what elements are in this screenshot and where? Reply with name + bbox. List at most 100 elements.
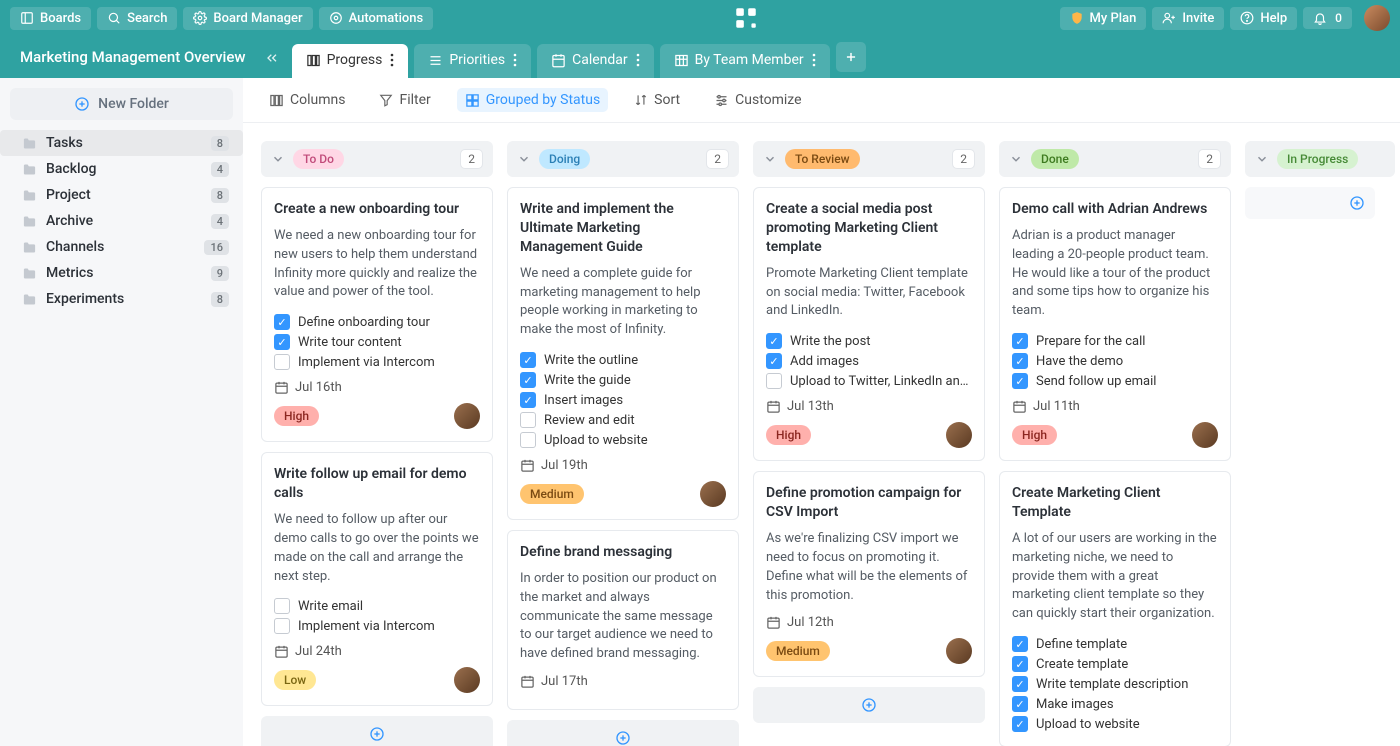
collapse-column-icon[interactable] [763,152,777,166]
sort-tool[interactable]: Sort [626,88,688,112]
card[interactable]: Define promotion campaign for CSV Import… [753,471,985,677]
checkbox-icon[interactable] [274,354,290,370]
checkbox-icon[interactable]: ✓ [1012,676,1028,692]
checkbox-icon[interactable]: ✓ [766,333,782,349]
board-manager-button[interactable]: Board Manager [183,7,312,30]
checklist-item[interactable]: ✓ Write the post [766,331,972,351]
columns-tool[interactable]: Columns [261,88,353,112]
checklist-item[interactable]: ✓ Write the outline [520,350,726,370]
assignee-avatar[interactable] [454,667,480,693]
notifications-button[interactable]: 0 [1303,7,1352,29]
checklist-item[interactable]: ✓ Insert images [520,390,726,410]
add-card-button[interactable] [507,720,739,746]
user-avatar[interactable] [1364,5,1390,31]
tab-menu-icon[interactable] [812,53,816,67]
new-folder-button[interactable]: New Folder [10,88,233,120]
checkbox-icon[interactable]: ✓ [520,352,536,368]
collapse-column-icon[interactable] [271,152,285,166]
folder-backlog[interactable]: Backlog 4 [0,156,243,182]
my-plan-button[interactable]: My Plan [1060,7,1147,30]
card[interactable]: Create a new onboarding tour We need a n… [261,187,493,442]
checkbox-icon[interactable]: ✓ [1012,636,1028,652]
help-button[interactable]: Help [1230,7,1297,30]
checklist-item[interactable]: Review and edit [520,410,726,430]
checklist-item[interactable]: ✓ Define onboarding tour [274,312,480,332]
checklist-item[interactable]: ✓ Create template [1012,654,1218,674]
card[interactable]: Write follow up email for demo calls We … [261,452,493,706]
card[interactable]: Create Marketing Client Template A lot o… [999,471,1231,746]
folder-channels[interactable]: Channels 16 [0,234,243,260]
assignee-avatar[interactable] [946,422,972,448]
checkbox-icon[interactable]: ✓ [766,353,782,369]
assignee-avatar[interactable] [700,481,726,507]
checklist-item[interactable]: Implement via Intercom [274,352,480,372]
checkbox-icon[interactable]: ✓ [1012,656,1028,672]
collapse-column-icon[interactable] [1009,152,1023,166]
tab-by-team-member[interactable]: By Team Member [660,44,830,78]
group-tool[interactable]: Grouped by Status [457,88,608,112]
checklist-item[interactable]: Implement via Intercom [274,616,480,636]
checklist-item[interactable]: ✓ Define template [1012,634,1218,654]
tab-calendar[interactable]: Calendar [537,44,654,78]
card-date: Jul 12th [766,615,972,630]
filter-tool[interactable]: Filter [371,88,438,112]
customize-tool[interactable]: Customize [706,88,809,112]
folder-tasks[interactable]: Tasks 8 [0,130,243,156]
checkbox-icon[interactable] [520,412,536,428]
checklist-item[interactable]: ✓ Send follow up email [1012,371,1218,391]
tab-priorities[interactable]: Priorities [414,44,531,78]
checklist-item[interactable]: Upload to website [520,430,726,450]
folder-metrics[interactable]: Metrics 9 [0,260,243,286]
card-description: Adrian is a product manager leading a 20… [1012,227,1218,321]
add-card-button[interactable] [1245,187,1375,219]
checkbox-icon[interactable] [274,598,290,614]
card[interactable]: Write and implement the Ultimate Marketi… [507,187,739,520]
add-card-button[interactable] [261,716,493,746]
card[interactable]: Define brand messaging In order to posit… [507,530,739,710]
checklist-item[interactable]: ✓ Write tour content [274,332,480,352]
automations-button[interactable]: Automations [319,7,434,30]
checkbox-icon[interactable]: ✓ [520,372,536,388]
collapse-column-icon[interactable] [1255,152,1269,166]
checklist-label: Prepare for the call [1036,334,1145,349]
checklist-item[interactable]: ✓ Upload to website [1012,714,1218,734]
checklist-item[interactable]: ✓ Make images [1012,694,1218,714]
add-tab-button[interactable] [836,42,866,72]
checklist-item[interactable]: Write email [274,596,480,616]
folder-archive[interactable]: Archive 4 [0,208,243,234]
tab-menu-icon[interactable] [636,53,640,67]
checkbox-icon[interactable] [766,373,782,389]
checklist-item[interactable]: ✓ Add images [766,351,972,371]
folder-project[interactable]: Project 8 [0,182,243,208]
checkbox-icon[interactable]: ✓ [520,392,536,408]
checklist-item[interactable]: Upload to Twitter, LinkedIn and ... [766,371,972,391]
checklist-item[interactable]: ✓ Prepare for the call [1012,331,1218,351]
boards-button[interactable]: Boards [10,7,91,30]
checkbox-icon[interactable] [274,618,290,634]
checklist-item[interactable]: ✓ Write template description [1012,674,1218,694]
checkbox-icon[interactable]: ✓ [1012,716,1028,732]
tab-menu-icon[interactable] [390,53,394,67]
search-button[interactable]: Search [97,7,177,30]
checkbox-icon[interactable]: ✓ [1012,696,1028,712]
collapse-column-icon[interactable] [517,152,531,166]
checkbox-icon[interactable]: ✓ [274,314,290,330]
checkbox-icon[interactable]: ✓ [274,334,290,350]
tab-progress[interactable]: Progress [292,44,409,78]
invite-button[interactable]: Invite [1152,7,1224,30]
collapse-sidebar-button[interactable] [264,50,286,78]
card[interactable]: Create a social media post promoting Mar… [753,187,985,461]
assignee-avatar[interactable] [454,403,480,429]
checkbox-icon[interactable]: ✓ [1012,333,1028,349]
folder-experiments[interactable]: Experiments 8 [0,286,243,312]
checkbox-icon[interactable] [520,432,536,448]
assignee-avatar[interactable] [946,638,972,664]
checklist-item[interactable]: ✓ Have the demo [1012,351,1218,371]
assignee-avatar[interactable] [1192,422,1218,448]
card[interactable]: Demo call with Adrian Andrews Adrian is … [999,187,1231,461]
checklist-item[interactable]: ✓ Write the guide [520,370,726,390]
checkbox-icon[interactable]: ✓ [1012,373,1028,389]
add-card-button[interactable] [753,687,985,723]
checkbox-icon[interactable]: ✓ [1012,353,1028,369]
tab-menu-icon[interactable] [513,53,517,67]
